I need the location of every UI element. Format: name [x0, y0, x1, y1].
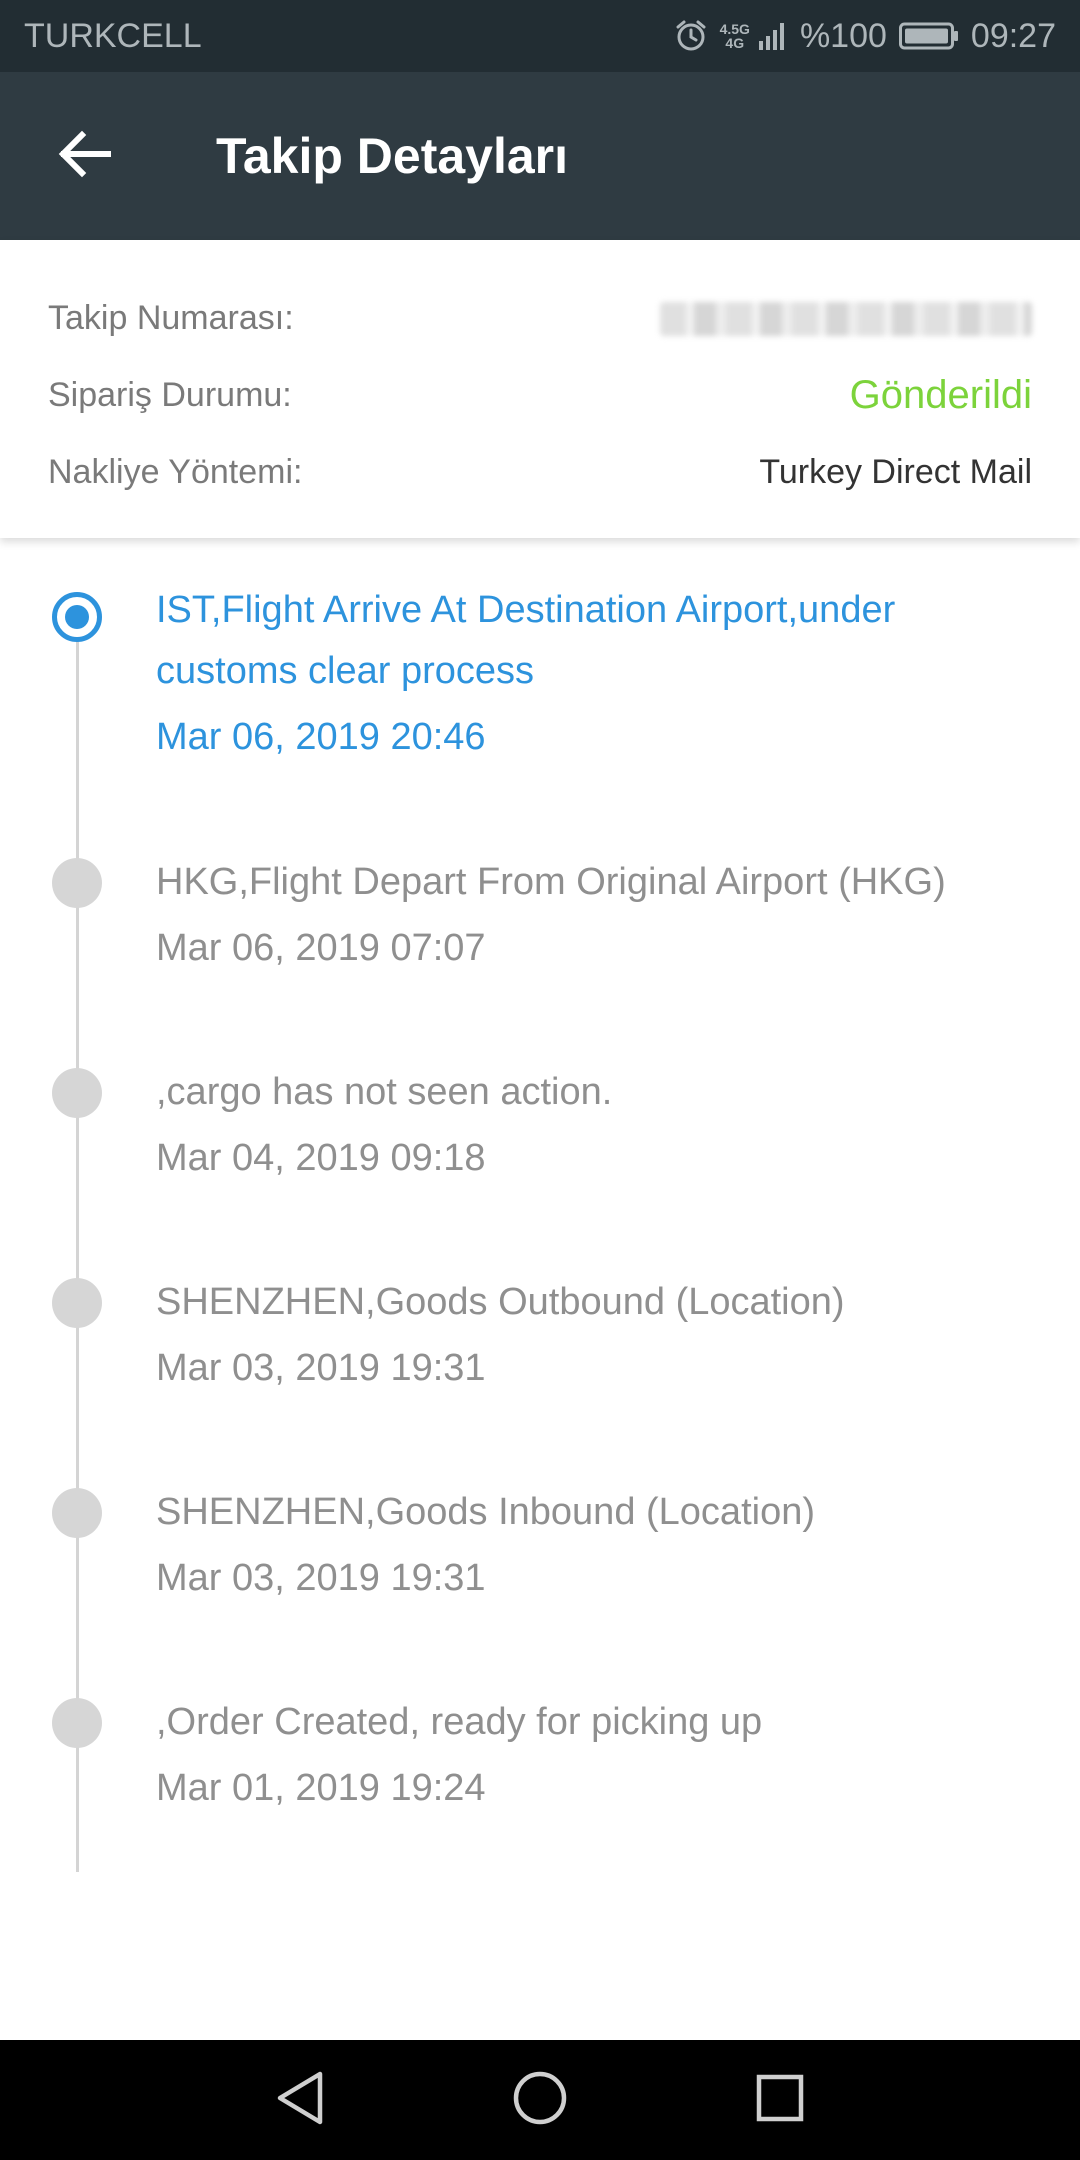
alarm-icon — [674, 19, 708, 53]
back-triangle-icon — [274, 2070, 326, 2131]
event-time: Mar 06, 2019 20:46 — [156, 716, 486, 758]
event-time: Mar 03, 2019 19:31 — [156, 1557, 486, 1599]
tracking-timeline: IST,Flight Arrive At Destination Airport… — [0, 580, 1080, 1872]
timeline-item: SHENZHEN,Goods Outbound (Location) Mar 0… — [0, 1272, 1080, 1482]
back-button[interactable] — [0, 72, 168, 240]
nav-home-button[interactable] — [420, 2040, 660, 2160]
page-title: Takip Detayları — [216, 128, 569, 184]
tracking-number-value[interactable] — [660, 301, 1032, 336]
event-description: IST,Flight Arrive At Destination Airport… — [156, 589, 896, 692]
event-time: Mar 06, 2019 07:07 — [156, 927, 486, 969]
timeline-item: IST,Flight Arrive At Destination Airport… — [0, 580, 1080, 852]
battery-icon — [898, 21, 959, 51]
nav-back-button[interactable] — [180, 2040, 420, 2160]
shipping-method-value: Turkey Direct Mail — [759, 453, 1032, 491]
clock: 09:27 — [970, 16, 1056, 55]
order-status-row: Sipariş Durumu: Gönderildi — [48, 357, 1032, 434]
event-time: Mar 04, 2019 09:18 — [156, 1137, 486, 1179]
event-description: SHENZHEN,Goods Outbound (Location) — [156, 1281, 845, 1323]
nav-recents-button[interactable] — [660, 2040, 900, 2160]
event-description: HKG,Flight Depart From Original Airport … — [156, 861, 946, 903]
shipping-method-label: Nakliye Yöntemi: — [48, 453, 303, 491]
timeline-item: ,cargo has not seen action. Mar 04, 2019… — [0, 1062, 1080, 1272]
home-circle-icon — [512, 2070, 568, 2131]
event-time: Mar 03, 2019 19:31 — [156, 1347, 486, 1389]
timeline-item: ,Order Created, ready for picking up Mar… — [0, 1692, 1080, 1872]
event-time: Mar 01, 2019 19:24 — [156, 1767, 486, 1809]
inactive-dot-icon — [52, 1488, 102, 1538]
timeline-item: HKG,Flight Depart From Original Airport … — [0, 852, 1080, 1062]
signal-icon — [758, 21, 788, 51]
event-description: ,Order Created, ready for picking up — [156, 1701, 763, 1743]
network-type: 4.5G 4G — [719, 21, 750, 51]
shipment-info-card: Takip Numarası: Sipariş Durumu: Gönderil… — [0, 240, 1080, 538]
arrow-left-icon — [56, 126, 112, 187]
status-icons: 4.5G 4G %100 09:27 — [674, 17, 1056, 56]
timeline-connector — [76, 630, 79, 852]
tracking-number-row: Takip Numarası: — [48, 280, 1032, 357]
inactive-dot-icon — [52, 1278, 102, 1328]
shipping-method-row: Nakliye Yöntemi: Turkey Direct Mail — [48, 434, 1032, 511]
carrier-name: TURKCELL — [24, 16, 202, 55]
event-description: ,cargo has not seen action. — [156, 1071, 613, 1113]
tracking-number-label: Takip Numarası: — [48, 299, 294, 337]
inactive-dot-icon — [52, 1698, 102, 1748]
active-dot-icon — [52, 592, 102, 642]
inactive-dot-icon — [52, 858, 102, 908]
order-status-label: Sipariş Durumu: — [48, 376, 292, 414]
event-description: SHENZHEN,Goods Inbound (Location) — [156, 1491, 815, 1533]
order-status-value: Gönderildi — [849, 373, 1032, 417]
app-bar: Takip Detayları — [0, 72, 1080, 240]
inactive-dot-icon — [52, 1068, 102, 1118]
recents-square-icon — [756, 2074, 804, 2127]
status-bar: TURKCELL 4.5G 4G %100 09:27 — [0, 0, 1080, 72]
timeline-item: SHENZHEN,Goods Inbound (Location) Mar 03… — [0, 1482, 1080, 1692]
system-navigation-bar — [0, 2040, 1080, 2160]
battery-percent: %100 — [799, 16, 887, 55]
